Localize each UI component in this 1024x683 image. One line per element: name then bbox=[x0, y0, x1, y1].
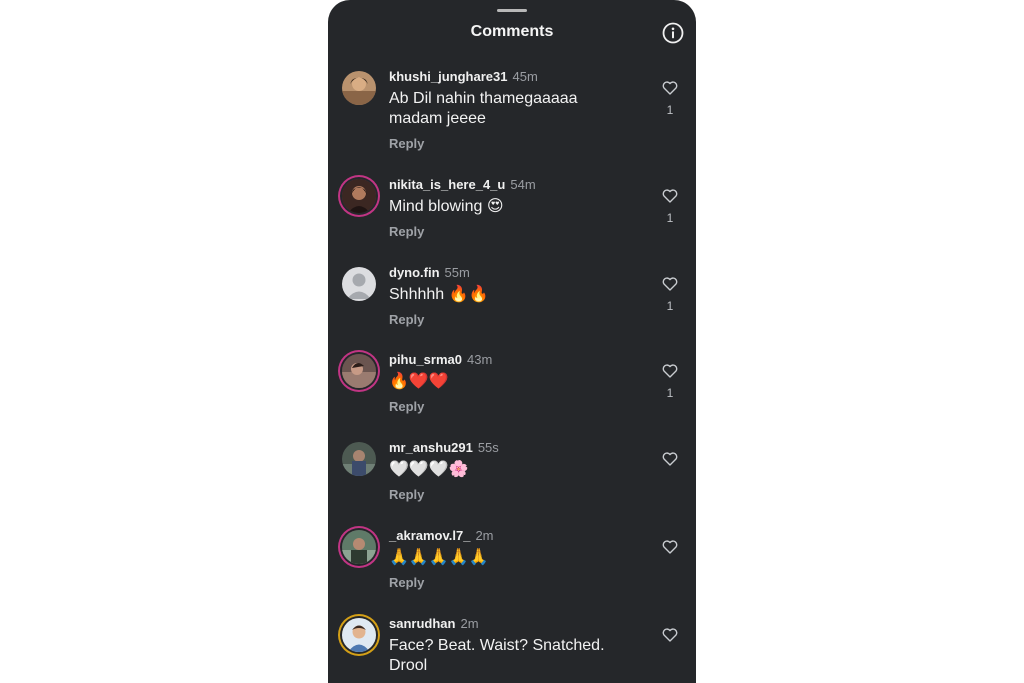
heart-outline-icon[interactable] bbox=[662, 540, 678, 554]
reply-button[interactable]: Reply bbox=[389, 136, 424, 151]
avatar[interactable] bbox=[342, 530, 376, 564]
avatar[interactable] bbox=[342, 618, 376, 652]
comment-time: 45m bbox=[512, 69, 538, 84]
reply-button[interactable]: Reply bbox=[389, 224, 424, 239]
comment-time: 43m bbox=[466, 352, 493, 367]
heart-outline-icon[interactable] bbox=[662, 628, 678, 642]
comment-text: 🤍🤍🤍🌸 bbox=[389, 461, 469, 478]
heart-outline-icon[interactable] bbox=[662, 189, 678, 203]
comment-username[interactable]: _akramov.l7_ 2m bbox=[389, 528, 494, 543]
reply-button[interactable]: Reply bbox=[389, 487, 424, 502]
comment-text: 🙏🙏🙏🙏🙏 bbox=[389, 549, 489, 566]
comment-item: nikita_is_here_4_u 54m Mind blowing 😍 Rep… bbox=[328, 177, 696, 263]
comment-item: dyno.fin 55m Shhhhh 🔥🔥 Reply 1 bbox=[328, 265, 696, 351]
comment-item: pihu_srma0 43m 🔥❤️❤️ Reply 1 bbox=[328, 352, 696, 438]
like-count: 1 bbox=[666, 211, 674, 225]
comment-username[interactable]: mr_anshu291 55s bbox=[389, 440, 499, 455]
comment-item: khushi_junghare31 45m Ab Dil nahin thameg… bbox=[328, 69, 696, 155]
comment-username[interactable]: sanrudhan 2m bbox=[389, 616, 479, 631]
comment-time: 2m bbox=[475, 528, 494, 543]
info-icon[interactable] bbox=[662, 22, 684, 44]
username-text[interactable]: sanrudhan bbox=[389, 616, 455, 631]
username-text[interactable]: pihu_srma0 bbox=[389, 352, 462, 367]
drag-handle[interactable] bbox=[497, 9, 527, 12]
comment-username[interactable]: khushi_junghare31 45m bbox=[389, 69, 538, 84]
comment-text: Mind blowing 😍 bbox=[389, 198, 504, 215]
comment-username[interactable]: pihu_srma0 43m bbox=[389, 352, 492, 367]
comment-text: 🔥❤️❤️ bbox=[389, 373, 449, 390]
like-count: 1 bbox=[666, 386, 674, 400]
heart-outline-icon[interactable] bbox=[662, 364, 678, 378]
comments-sheet: Comments khushi_junghare31 45m Ab Dil nah… bbox=[328, 0, 696, 683]
username-text[interactable]: nikita_is_here_4_u bbox=[389, 177, 505, 192]
comment-text: Face? Beat. Waist? Snatched. Drool bbox=[389, 637, 605, 674]
heart-outline-icon[interactable] bbox=[662, 277, 678, 291]
username-text[interactable]: dyno.fin bbox=[389, 265, 440, 280]
heart-outline-icon[interactable] bbox=[662, 81, 678, 95]
comment-text: Ab Dil nahin thamegaaaaa madam jeeee bbox=[389, 90, 578, 127]
username-text[interactable]: _akramov.l7_ bbox=[389, 528, 470, 543]
reply-button[interactable]: Reply bbox=[389, 575, 424, 590]
reply-button[interactable]: Reply bbox=[389, 312, 424, 327]
avatar[interactable] bbox=[342, 354, 376, 388]
username-text[interactable]: khushi_junghare31 bbox=[389, 69, 507, 84]
comment-time: 54m bbox=[510, 177, 536, 192]
comment-username[interactable]: dyno.fin 55m bbox=[389, 265, 470, 280]
comment-item: sanrudhan 2m Face? Beat. Waist? Snatched.… bbox=[328, 616, 696, 683]
avatar[interactable] bbox=[342, 71, 376, 105]
comment-time: 2m bbox=[460, 616, 479, 631]
comment-item: mr_anshu291 55s 🤍🤍🤍🌸 Reply bbox=[328, 440, 696, 526]
avatar[interactable] bbox=[342, 267, 376, 301]
comment-item: _akramov.l7_ 2m 🙏🙏🙏🙏🙏 Reply bbox=[328, 528, 696, 614]
like-count: 1 bbox=[666, 103, 674, 117]
reply-button[interactable]: Reply bbox=[389, 399, 424, 414]
heart-outline-icon[interactable] bbox=[662, 452, 678, 466]
like-count: 1 bbox=[666, 299, 674, 313]
sheet-title: Comments bbox=[470, 23, 554, 40]
comment-text: Shhhhh 🔥🔥 bbox=[389, 286, 489, 303]
comment-time: 55m bbox=[444, 265, 470, 280]
username-text[interactable]: mr_anshu291 bbox=[389, 440, 473, 455]
avatar[interactable] bbox=[342, 179, 376, 213]
comment-username[interactable]: nikita_is_here_4_u 54m bbox=[389, 177, 536, 192]
comment-time: 55s bbox=[477, 440, 499, 455]
avatar[interactable] bbox=[342, 442, 376, 476]
